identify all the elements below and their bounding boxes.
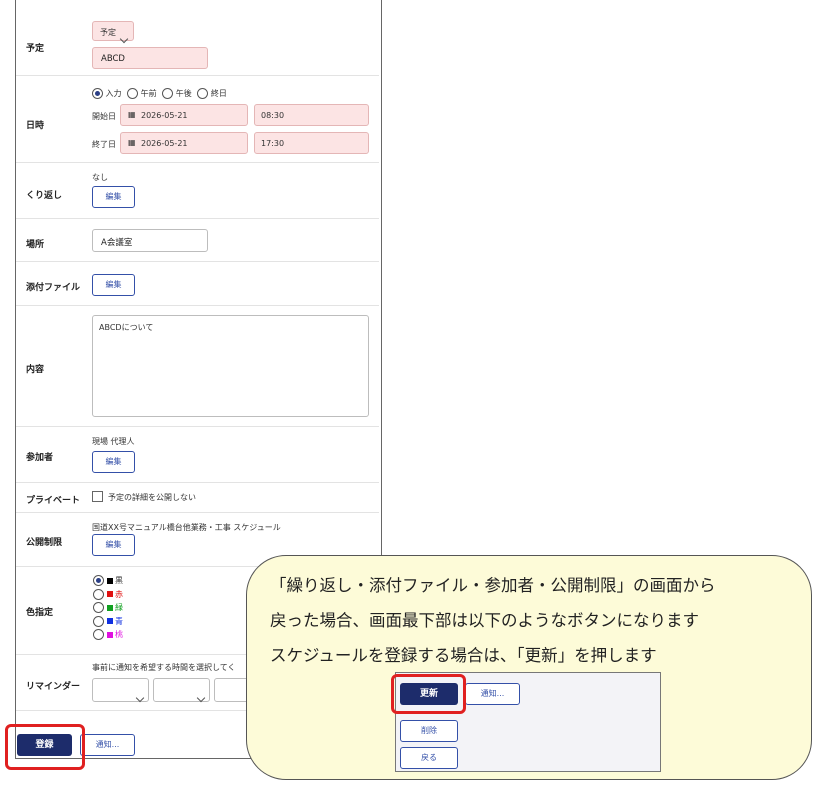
radio-icon xyxy=(162,88,174,99)
color-option-blue[interactable]: 青 xyxy=(93,615,123,629)
radio-selected-icon xyxy=(92,88,103,99)
end-time-value: 17:30 xyxy=(261,139,285,148)
color-options: 黒 赤 緑 青 桃 xyxy=(93,574,123,642)
public-limit-edit-button[interactable]: 編集 xyxy=(92,534,135,556)
end-date-input[interactable]: ▦ 2026-05-21 xyxy=(120,132,248,154)
radio-icon xyxy=(93,629,104,640)
private-label: プライベート xyxy=(26,496,81,506)
radio-icon xyxy=(197,88,209,99)
row-divider xyxy=(16,512,379,513)
chevron-down-icon xyxy=(196,686,206,705)
start-date-input[interactable]: ▦ 2026-05-21 xyxy=(120,104,248,126)
schedule-type-select[interactable]: 予定 xyxy=(92,21,134,44)
callout-line-3: スケジュールを登録する場合は、「更新」を押します xyxy=(270,646,657,665)
radio-afternoon-mode[interactable]: 午後 xyxy=(162,88,192,99)
radio-icon xyxy=(127,88,139,99)
notify-button[interactable]: 通知... xyxy=(80,734,135,756)
back-button[interactable]: 戻る xyxy=(400,747,458,769)
row-divider xyxy=(16,75,379,76)
color-swatch-black xyxy=(107,577,113,584)
chevron-down-icon xyxy=(119,27,129,46)
start-time-input[interactable]: 08:30 xyxy=(254,104,369,126)
color-option-green[interactable]: 緑 xyxy=(93,601,123,615)
reminder-hint: 事前に通知を希望する時間を選択してく xyxy=(92,663,236,672)
repeat-label: くり返し xyxy=(26,191,63,201)
reminder-label: リマインダー xyxy=(26,682,81,692)
repeat-value: なし xyxy=(92,173,108,182)
highlight-update xyxy=(391,674,466,714)
radio-icon xyxy=(93,602,104,613)
radio-allday-mode[interactable]: 終日 xyxy=(197,88,227,99)
start-date-label: 開始日 xyxy=(92,112,116,121)
highlight-register xyxy=(5,724,85,770)
row-divider xyxy=(16,261,379,262)
public-limit-value: 国道XX号マニュアル橋台他業務・工事 スケジュール xyxy=(92,523,281,532)
row-divider xyxy=(16,482,379,483)
participants-edit-button[interactable]: 編集 xyxy=(92,451,135,473)
end-date-label: 終了日 xyxy=(92,140,116,149)
public-limit-label: 公開制限 xyxy=(26,538,63,548)
color-option-pink[interactable]: 桃 xyxy=(93,628,123,642)
start-date-value: 2026-05-21 xyxy=(141,111,188,120)
schedule-type-value: 予定 xyxy=(100,28,116,37)
datetime-label: 日時 xyxy=(26,121,45,131)
schedule-title-value: ABCD xyxy=(101,54,125,64)
attachment-edit-button[interactable]: 編集 xyxy=(92,274,135,296)
content-label: 内容 xyxy=(26,365,45,375)
calendar-icon: ▦ xyxy=(128,138,136,147)
color-option-black[interactable]: 黒 xyxy=(93,574,123,588)
color-swatch-blue xyxy=(107,618,113,624)
color-label: 色指定 xyxy=(26,608,54,618)
delete-button[interactable]: 削除 xyxy=(400,720,458,742)
private-checkbox-label: 予定の詳細を公開しない xyxy=(108,493,196,502)
radio-input-mode[interactable]: 入力 xyxy=(92,88,122,99)
datetime-mode-radios: 入力 午前 午後 終日 xyxy=(92,88,227,99)
chevron-down-icon xyxy=(135,686,145,705)
participants-label: 参加者 xyxy=(26,453,54,463)
private-checkbox[interactable] xyxy=(92,491,103,502)
inset-notify-button[interactable]: 通知... xyxy=(465,683,520,705)
schedule-title-input[interactable]: ABCD xyxy=(92,47,208,69)
attachment-label: 添付ファイル xyxy=(26,283,81,293)
row-divider xyxy=(16,426,379,427)
end-date-value: 2026-05-21 xyxy=(141,139,188,148)
radio-icon xyxy=(93,588,104,600)
repeat-edit-button[interactable]: 編集 xyxy=(92,186,135,208)
color-option-red[interactable]: 赤 xyxy=(93,588,123,602)
callout-line-2: 戻った場合、画面最下部は以下のようなボタンになります xyxy=(270,611,699,630)
color-swatch-green xyxy=(107,604,113,611)
reminder-select-2[interactable] xyxy=(153,678,210,705)
radio-selected-icon xyxy=(93,575,104,586)
place-value: A会議室 xyxy=(101,238,133,248)
row-divider xyxy=(16,162,379,163)
participants-value: 現場 代理人 xyxy=(92,437,135,446)
schedule-label: 予定 xyxy=(26,44,45,54)
content-value: ABCDについて xyxy=(99,323,154,332)
place-input[interactable]: A会議室 xyxy=(92,229,208,252)
radio-morning-mode[interactable]: 午前 xyxy=(127,88,157,99)
start-time-value: 08:30 xyxy=(261,111,285,120)
color-swatch-red xyxy=(107,591,113,597)
place-label: 場所 xyxy=(26,240,45,250)
color-swatch-pink xyxy=(107,631,113,638)
end-time-input[interactable]: 17:30 xyxy=(254,132,369,154)
callout-line-1: 「繰り返し・添付ファイル・参加者・公開制限」の画面から xyxy=(270,576,716,595)
row-divider xyxy=(16,218,379,219)
calendar-icon: ▦ xyxy=(128,110,136,119)
reminder-select-1[interactable] xyxy=(92,678,149,705)
radio-icon xyxy=(93,615,104,627)
row-divider xyxy=(16,305,379,306)
content-textarea[interactable]: ABCDについて xyxy=(92,315,369,417)
